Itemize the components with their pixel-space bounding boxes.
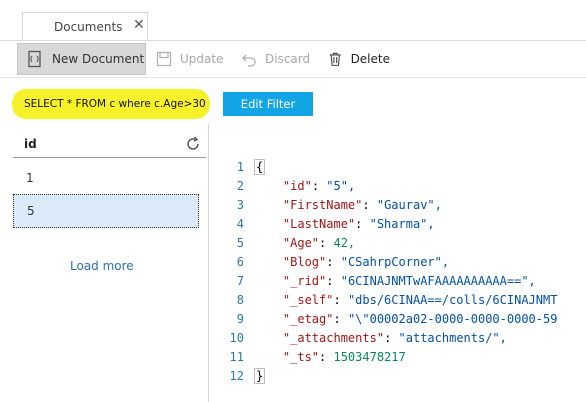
json-key: "_rid" (282, 274, 327, 288)
close-icon[interactable]: ✕ (133, 17, 145, 33)
line-number: 4 (236, 217, 244, 231)
discard-button[interactable]: Discard (241, 43, 311, 75)
load-more-link[interactable]: Load more (70, 259, 134, 273)
refresh-icon[interactable] (185, 136, 201, 152)
json-key: "LastName" (282, 217, 356, 231)
json-key: "_attachments" (282, 331, 385, 345)
json-key: "_ts" (282, 350, 320, 364)
new-document-button[interactable]: New Document (17, 43, 146, 75)
line-number: 7 (236, 274, 244, 288)
json-key: "_etag" (282, 312, 334, 326)
toolbar: New Document Update Discard Delete (0, 40, 586, 78)
update-button[interactable]: Update (156, 43, 226, 75)
line-number: 1 (236, 160, 244, 174)
json-key: "Age" (282, 236, 320, 250)
line-number: 10 (229, 331, 244, 345)
undo-icon (242, 54, 256, 67)
open-brace: { (254, 159, 266, 175)
tab-label: Documents (54, 20, 123, 34)
json-value: "6CINAJNMTwAFAAAAAAAAAA==", (340, 274, 536, 288)
json-value: "5", (326, 179, 356, 193)
json-value: "\"00002a02-0000-0000-0000-59 (347, 312, 558, 326)
line-number: 2 (236, 179, 244, 193)
id-column-header: id (24, 137, 37, 151)
code-line: "_attachments": "attachments/", (282, 331, 507, 345)
line-number: 6 (236, 255, 244, 269)
delete-label: Delete (350, 52, 390, 66)
code-line: "id": "5", (282, 179, 356, 193)
list-item-id: 1 (26, 171, 34, 185)
edit-filter-label: Edit Filter (240, 97, 296, 111)
query-text: SELECT * FROM c where c.Age>30 (24, 98, 206, 110)
code-line: "Blog": "CSahrpCorner", (282, 255, 450, 269)
document-list: id 1 5 Load more (13, 132, 206, 402)
list-item-id: 5 (27, 204, 35, 218)
update-label: Update (180, 52, 224, 66)
code-line: "Age": 42, (282, 236, 356, 250)
line-number: 9 (236, 312, 244, 326)
json-key: "FirstName" (282, 198, 363, 212)
code-line: "_ts": 1503478217 (282, 350, 406, 364)
code-line: { (254, 159, 266, 175)
code-line: "FirstName": "Gaurav", (282, 198, 442, 212)
json-value: 1503478217 (333, 350, 406, 364)
query-filter-text: SELECT * FROM c where c.Age>30 (12, 89, 210, 119)
close-brace: } (254, 368, 266, 384)
line-number: 12 (229, 369, 244, 383)
code-line: "_self": "dbs/6CINAA==/colls/6CINAJNMT (282, 293, 558, 307)
json-value: "Gaurav", (376, 198, 442, 212)
line-number: 11 (229, 350, 244, 364)
json-key: "_self" (282, 293, 334, 307)
json-key: "id" (282, 179, 312, 193)
new-document-icon (28, 50, 41, 68)
json-value: "attachments/", (398, 331, 507, 345)
line-number: 5 (236, 236, 244, 250)
list-item[interactable]: 1 (13, 161, 199, 195)
list-item-selected[interactable]: 5 (13, 194, 199, 228)
line-number: 3 (236, 198, 244, 212)
tab-strip: Documents ✕ (0, 0, 586, 40)
code-line: } (254, 368, 266, 384)
json-value: "dbs/6CINAA==/colls/6CINAJNMT (347, 293, 558, 307)
line-number: 8 (236, 293, 244, 307)
tab-documents[interactable]: Documents ✕ (22, 12, 148, 40)
json-value: "CSahrpCorner", (340, 255, 450, 269)
list-header: id (13, 132, 206, 158)
json-editor[interactable]: 1 2 3 4 5 6 7 8 9 10 11 12 { "id": "5", … (209, 156, 586, 402)
json-value: "Sharma", (369, 217, 435, 231)
delete-button[interactable]: Delete (328, 43, 390, 75)
code-line: "_etag": "\"00002a02-0000-0000-0000-59 (282, 312, 558, 326)
edit-filter-button[interactable]: Edit Filter (223, 92, 313, 116)
json-key: "Blog" (282, 255, 327, 269)
new-document-label: New Document (52, 52, 145, 66)
json-value: 42, (333, 236, 356, 250)
save-icon (156, 51, 172, 67)
code-line: "LastName": "Sharma", (282, 217, 435, 231)
discard-label: Discard (265, 52, 311, 66)
trash-icon (329, 52, 341, 66)
code-line: "_rid": "6CINAJNMTwAFAAAAAAAAAA==", (282, 274, 536, 288)
